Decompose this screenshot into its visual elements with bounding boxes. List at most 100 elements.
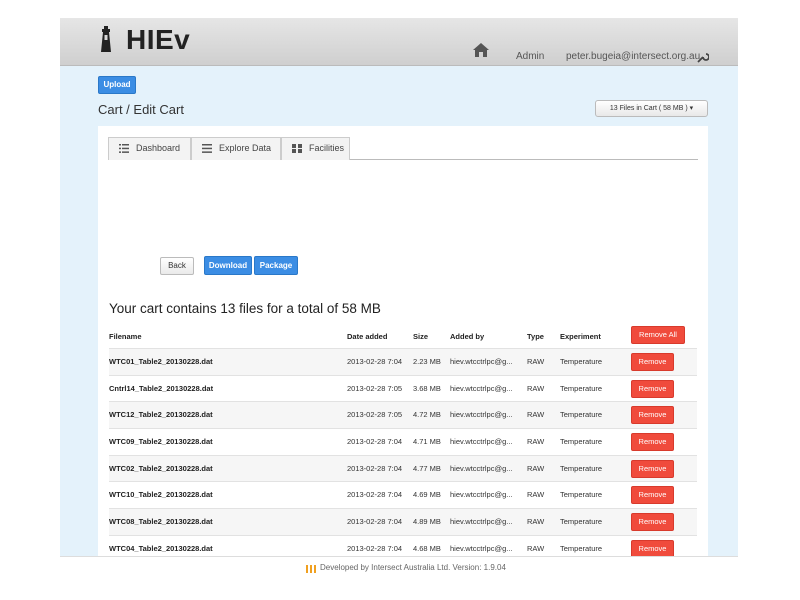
tab-dashboard[interactable]: Dashboard [108, 137, 191, 160]
chevron-down-icon: ▾ [689, 105, 694, 112]
cell-added-by: hiev.wtcctrlpc@g... [450, 463, 513, 473]
footer: Developed by Intersect Australia Ltd. Ve… [60, 556, 738, 600]
cell-experiment: Temperature [560, 437, 603, 447]
cart-summary: Your cart contains 13 files for a total … [109, 301, 381, 316]
header-size: Size [413, 332, 429, 341]
cell-type: RAW [527, 517, 545, 527]
cell-experiment: Temperature [560, 490, 603, 500]
header-added-by: Added by [450, 332, 485, 341]
cell-type: RAW [527, 543, 545, 553]
cell-added-by: hiev.wtcctrlpc@g... [450, 383, 513, 393]
header-experiment: Experiment [560, 332, 601, 341]
cell-type: RAW [527, 410, 545, 420]
cell-filename[interactable]: WTC01_Table2_20130228.dat [109, 357, 213, 366]
remove-button[interactable]: Remove [631, 353, 674, 371]
cell-date-added: 2013-02-28 7:04 [347, 357, 403, 366]
cart-dropdown-button[interactable]: 13 Files in Cart ( 58 MB ) ▾ [595, 100, 708, 117]
intersect-logo-icon [306, 565, 316, 573]
remove-button[interactable]: Remove [631, 433, 674, 452]
remove-button[interactable]: Remove [631, 406, 674, 425]
cell-added-by: hiev.wtcctrlpc@g... [450, 543, 513, 553]
admin-link[interactable]: Admin [516, 51, 544, 62]
tower-logo-icon[interactable] [98, 26, 114, 52]
header-date-added: Date added [347, 332, 388, 341]
table-row: WTC10_Table2_20130228.dat 2013-02-28 7:04… [109, 481, 697, 508]
table-row: WTC08_Table2_20130228.dat 2013-02-28 7:04… [109, 508, 697, 535]
cell-size: 2.23 MB [413, 357, 441, 366]
cell-type: RAW [527, 357, 545, 366]
cell-size: 4.72 MB [413, 410, 441, 420]
download-button[interactable]: Download [204, 256, 252, 275]
cell-experiment: Temperature [560, 410, 603, 420]
cell-size: 4.69 MB [413, 490, 441, 500]
back-button[interactable]: Back [160, 257, 194, 275]
footer-text: Developed by Intersect Australia Ltd. Ve… [320, 563, 506, 572]
page-title: Cart / Edit Cart [98, 102, 184, 117]
wrench-icon[interactable] [697, 51, 709, 63]
cell-size: 4.68 MB [413, 543, 441, 553]
cell-added-by: hiev.wtcctrlpc@g... [450, 357, 513, 366]
lines-icon [202, 144, 212, 153]
cell-filename[interactable]: WTC09_Table2_20130228.dat [109, 437, 213, 446]
cell-size: 3.68 MB [413, 383, 441, 393]
remove-button[interactable]: Remove [631, 513, 674, 532]
cell-date-added: 2013-02-28 7:04 [347, 543, 403, 553]
tab-explore-data-label: Explore Data [219, 143, 272, 153]
cell-filename[interactable]: Cntrl14_Table2_20130228.dat [109, 384, 213, 393]
remove-button[interactable]: Remove [631, 486, 674, 505]
tab-dashboard-label: Dashboard [136, 143, 181, 153]
table-row: WTC12_Table2_20130228.dat 2013-02-28 7:05… [109, 401, 697, 429]
tab-facilities-label: Facilities [309, 143, 345, 153]
cell-date-added: 2013-02-28 7:04 [347, 490, 403, 500]
cell-experiment: Temperature [560, 543, 603, 553]
cell-experiment: Temperature [560, 383, 603, 393]
remove-button[interactable]: Remove [631, 459, 674, 478]
cell-date-added: 2013-02-28 7:05 [347, 410, 403, 420]
cell-type: RAW [527, 437, 545, 447]
cell-date-added: 2013-02-28 7:05 [347, 383, 403, 393]
table-row: Cntrl14_Table2_20130228.dat 2013-02-28 7:… [109, 374, 697, 402]
table-header: Filename Date added Size Added by Type E… [109, 326, 697, 348]
header-type: Type [527, 332, 544, 341]
cell-date-added: 2013-02-28 7:04 [347, 437, 403, 447]
list-icon [119, 144, 129, 153]
cell-added-by: hiev.wtcctrlpc@g... [450, 517, 513, 527]
cell-size: 4.89 MB [413, 517, 441, 527]
cell-added-by: hiev.wtcctrlpc@g... [450, 437, 513, 447]
grid-icon [292, 144, 302, 153]
cell-type: RAW [527, 463, 545, 473]
brand-title[interactable]: HIEv [126, 24, 190, 56]
cell-filename[interactable]: WTC10_Table2_20130228.dat [109, 490, 213, 499]
cell-filename[interactable]: WTC08_Table2_20130228.dat [109, 517, 213, 526]
cell-experiment: Temperature [560, 357, 603, 366]
upload-button[interactable]: Upload [98, 76, 136, 94]
nav-tabs: Dashboard Explore Data Facilities [108, 137, 698, 160]
remove-button[interactable]: Remove [631, 379, 674, 398]
cell-filename[interactable]: WTC04_Table2_20130228.dat [109, 544, 213, 553]
main-content: Upload Cart / Edit Cart 13 Files in Cart… [60, 66, 738, 600]
table-row: WTC09_Table2_20130228.dat 2013-02-28 7:04… [109, 428, 697, 455]
cart-panel: Dashboard Explore Data Facilities Back D… [98, 126, 708, 600]
cell-experiment: Temperature [560, 517, 603, 527]
cell-filename[interactable]: WTC12_Table2_20130228.dat [109, 410, 213, 419]
cell-filename[interactable]: WTC02_Table2_20130228.dat [109, 464, 213, 473]
top-navbar: HIEv Admin peter.bugeia@intersect.org.au [60, 18, 738, 66]
cart-button-label: 13 Files in Cart ( 58 MB ) [609, 105, 688, 112]
cell-type: RAW [527, 490, 545, 500]
cell-date-added: 2013-02-28 7:04 [347, 463, 403, 473]
cell-size: 4.71 MB [413, 437, 441, 447]
user-email-link[interactable]: peter.bugeia@intersect.org.au [566, 51, 700, 62]
cell-experiment: Temperature [560, 463, 603, 473]
table-row: WTC01_Table2_20130228.dat 2013-02-28 7:04… [109, 348, 697, 375]
app-window: HIEv Admin peter.bugeia@intersect.org.au… [60, 18, 738, 600]
tab-explore-data[interactable]: Explore Data [191, 137, 281, 160]
tab-facilities[interactable]: Facilities [281, 137, 350, 160]
cell-date-added: 2013-02-28 7:04 [347, 517, 403, 527]
home-icon[interactable] [473, 43, 489, 57]
cell-added-by: hiev.wtcctrlpc@g... [450, 490, 513, 500]
cell-added-by: hiev.wtcctrlpc@g... [450, 410, 513, 420]
cell-size: 4.77 MB [413, 463, 441, 473]
remove-all-button[interactable]: Remove All [631, 326, 685, 344]
table-row: WTC02_Table2_20130228.dat 2013-02-28 7:04… [109, 454, 697, 482]
package-button[interactable]: Package [254, 256, 298, 275]
